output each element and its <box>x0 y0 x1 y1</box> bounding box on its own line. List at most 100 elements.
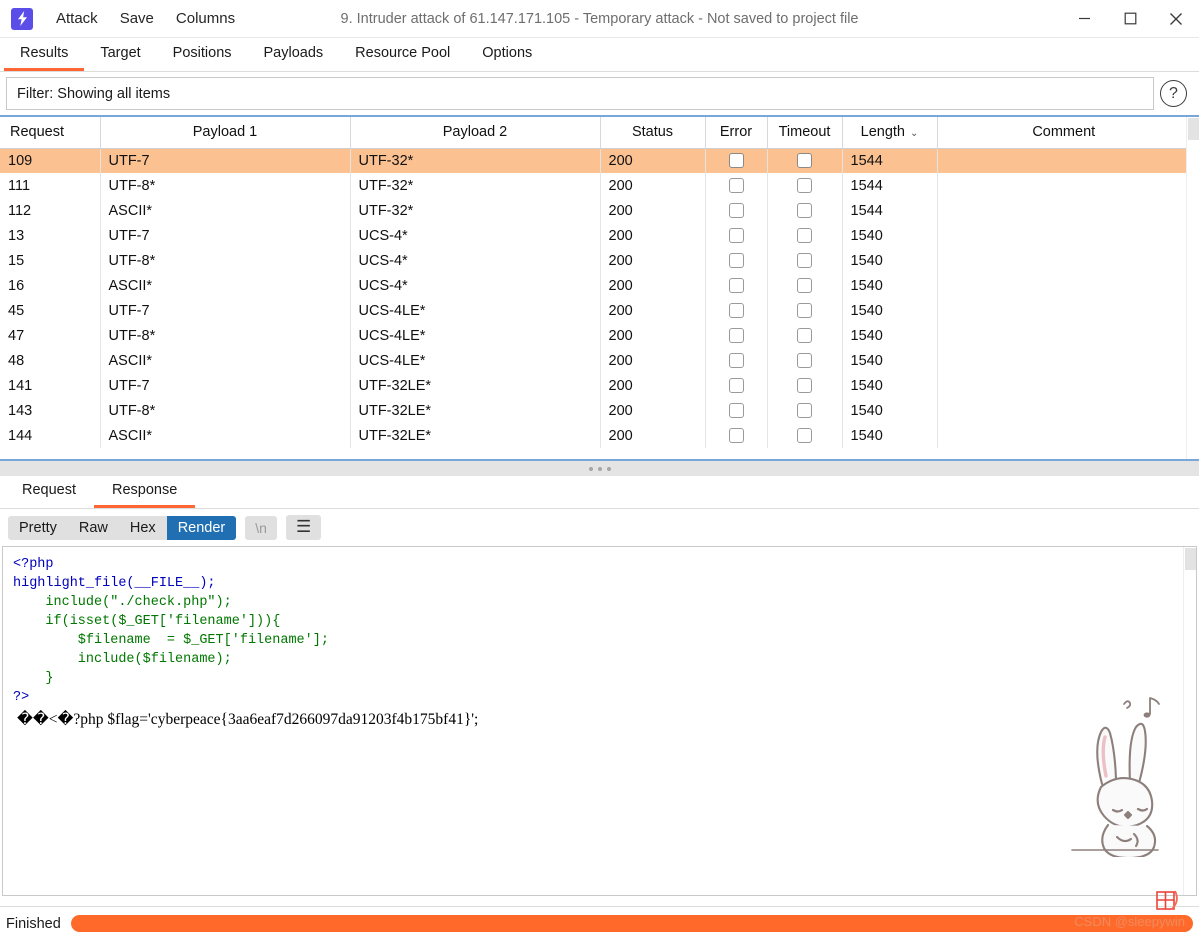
column-header-timeout[interactable]: Timeout <box>767 117 842 148</box>
timeout-checkbox[interactable] <box>797 403 812 418</box>
cell-timeout <box>767 323 842 348</box>
column-header-length[interactable]: Length⌄ <box>842 117 937 148</box>
cell-comment[interactable] <box>937 173 1190 198</box>
error-checkbox[interactable] <box>729 303 744 318</box>
error-checkbox[interactable] <box>729 428 744 443</box>
scrollbar-thumb[interactable] <box>1185 548 1196 570</box>
filter-input[interactable]: Filter: Showing all items <box>6 77 1154 110</box>
cell-comment[interactable] <box>937 423 1190 448</box>
cell-length: 1540 <box>842 323 937 348</box>
results-table-body: 109 UTF-7 UTF-32* 200 1544 111 UTF-8* UT… <box>0 148 1190 448</box>
table-row[interactable]: 144 ASCII* UTF-32LE* 200 1540 <box>0 423 1190 448</box>
tab-results[interactable]: Results <box>4 39 84 71</box>
error-checkbox[interactable] <box>729 328 744 343</box>
view-mode-raw[interactable]: Raw <box>68 516 119 540</box>
error-checkbox[interactable] <box>729 278 744 293</box>
cell-payload-2: UTF-32LE* <box>350 423 600 448</box>
cell-comment[interactable] <box>937 273 1190 298</box>
column-header-comment[interactable]: Comment <box>937 117 1190 148</box>
tab-target[interactable]: Target <box>84 39 156 71</box>
tab-positions[interactable]: Positions <box>157 39 248 71</box>
table-row[interactable]: 111 UTF-8* UTF-32* 200 1544 <box>0 173 1190 198</box>
cell-status: 200 <box>600 223 705 248</box>
view-mode-hex[interactable]: Hex <box>119 516 167 540</box>
table-row[interactable]: 47 UTF-8* UCS-4LE* 200 1540 <box>0 323 1190 348</box>
menu-attack[interactable]: Attack <box>47 6 107 31</box>
menu-save[interactable]: Save <box>111 6 163 31</box>
timeout-checkbox[interactable] <box>797 253 812 268</box>
tab-request[interactable]: Request <box>4 476 94 508</box>
column-header-payload-1[interactable]: Payload 1 <box>100 117 350 148</box>
cell-payload-2: UCS-4* <box>350 223 600 248</box>
close-icon[interactable] <box>1153 0 1199 38</box>
scrollbar-thumb[interactable] <box>1188 118 1199 140</box>
cell-comment[interactable] <box>937 398 1190 423</box>
tab-options[interactable]: Options <box>466 39 548 71</box>
timeout-checkbox[interactable] <box>797 378 812 393</box>
table-row[interactable]: 16 ASCII* UCS-4* 200 1540 <box>0 273 1190 298</box>
table-row[interactable]: 48 ASCII* UCS-4LE* 200 1540 <box>0 348 1190 373</box>
panel-splitter[interactable] <box>0 461 1199 476</box>
response-scrollbar[interactable] <box>1183 547 1196 895</box>
error-checkbox[interactable] <box>729 178 744 193</box>
column-header-payload-2[interactable]: Payload 2 <box>350 117 600 148</box>
minimize-button[interactable] <box>1061 0 1107 38</box>
cell-comment[interactable] <box>937 323 1190 348</box>
timeout-checkbox[interactable] <box>797 428 812 443</box>
error-checkbox[interactable] <box>729 253 744 268</box>
error-checkbox[interactable] <box>729 203 744 218</box>
table-row[interactable]: 45 UTF-7 UCS-4LE* 200 1540 <box>0 298 1190 323</box>
table-row[interactable]: 143 UTF-8* UTF-32LE* 200 1540 <box>0 398 1190 423</box>
column-header-request[interactable]: Request <box>0 117 100 148</box>
table-row[interactable]: 13 UTF-7 UCS-4* 200 1540 <box>0 223 1190 248</box>
view-mode-render[interactable]: Render <box>167 516 237 540</box>
cell-comment[interactable] <box>937 223 1190 248</box>
splitter-dot <box>598 467 602 471</box>
error-checkbox[interactable] <box>729 353 744 368</box>
show-newlines-toggle[interactable]: \n <box>245 516 277 540</box>
results-table-scrollbar[interactable] <box>1186 117 1199 459</box>
error-checkbox[interactable] <box>729 378 744 393</box>
timeout-checkbox[interactable] <box>797 278 812 293</box>
column-header-status[interactable]: Status <box>600 117 705 148</box>
timeout-checkbox[interactable] <box>797 303 812 318</box>
error-checkbox[interactable] <box>729 153 744 168</box>
cell-comment[interactable] <box>937 248 1190 273</box>
php-source-code: <?php highlight_file(__FILE__); include(… <box>3 547 1196 707</box>
cell-comment[interactable] <box>937 373 1190 398</box>
timeout-checkbox[interactable] <box>797 178 812 193</box>
tab-resource-pool[interactable]: Resource Pool <box>339 39 466 71</box>
column-header-error[interactable]: Error <box>705 117 767 148</box>
cell-error <box>705 173 767 198</box>
cell-payload-2: UTF-32* <box>350 173 600 198</box>
cell-comment[interactable] <box>937 198 1190 223</box>
tab-response[interactable]: Response <box>94 476 195 508</box>
table-row[interactable]: 15 UTF-8* UCS-4* 200 1540 <box>0 248 1190 273</box>
cell-comment[interactable] <box>937 298 1190 323</box>
cell-request: 112 <box>0 198 100 223</box>
error-checkbox[interactable] <box>729 403 744 418</box>
cell-comment[interactable] <box>937 348 1190 373</box>
timeout-checkbox[interactable] <box>797 328 812 343</box>
hamburger-icon[interactable]: ☰ <box>286 515 321 540</box>
table-header-row: Request Payload 1 Payload 2 Status Error… <box>0 117 1190 148</box>
cell-timeout <box>767 373 842 398</box>
cell-status: 200 <box>600 248 705 273</box>
table-row[interactable]: 112 ASCII* UTF-32* 200 1544 <box>0 198 1190 223</box>
table-row[interactable]: 109 UTF-7 UTF-32* 200 1544 <box>0 148 1190 173</box>
menu-columns[interactable]: Columns <box>167 6 244 31</box>
question-mark-icon[interactable]: ? <box>1160 80 1187 107</box>
error-checkbox[interactable] <box>729 228 744 243</box>
maximize-button[interactable] <box>1107 0 1153 38</box>
tab-payloads[interactable]: Payloads <box>248 39 340 71</box>
response-view-toolbar: Pretty Raw Hex Render \n ☰ <box>0 509 1199 546</box>
table-row[interactable]: 141 UTF-7 UTF-32LE* 200 1540 <box>0 373 1190 398</box>
cell-payload-1: UTF-7 <box>100 223 350 248</box>
timeout-checkbox[interactable] <box>797 353 812 368</box>
view-mode-pretty[interactable]: Pretty <box>8 516 68 540</box>
timeout-checkbox[interactable] <box>797 228 812 243</box>
timeout-checkbox[interactable] <box>797 203 812 218</box>
response-render-panel[interactable]: <?php highlight_file(__FILE__); include(… <box>2 546 1197 896</box>
cell-comment[interactable] <box>937 148 1190 173</box>
timeout-checkbox[interactable] <box>797 153 812 168</box>
